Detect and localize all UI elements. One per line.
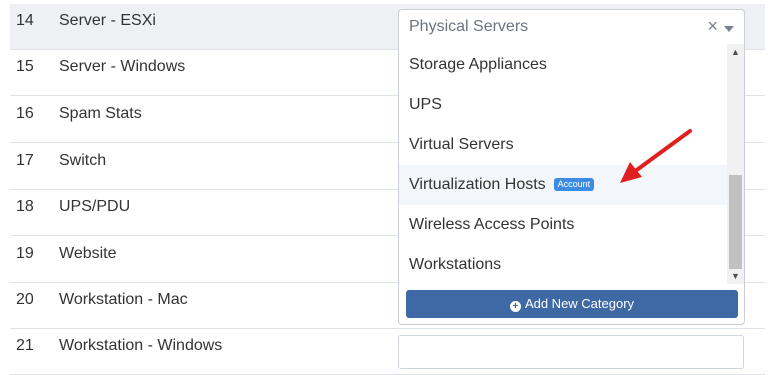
- annotation-arrow-icon: [620, 129, 692, 183]
